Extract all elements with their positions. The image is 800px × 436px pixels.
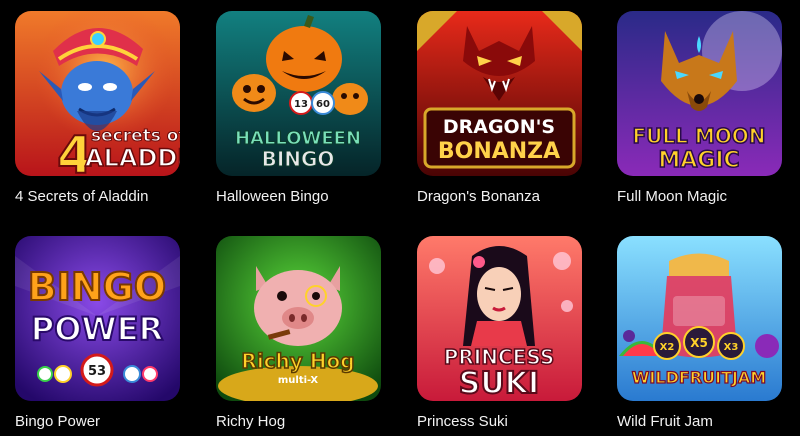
- art-line2: POWER: [31, 310, 163, 348]
- art-line1: WILDFRUITJAM: [632, 368, 766, 387]
- game-grid: 4 secrets of ALADDIN 4 Secrets of Aladdi…: [0, 0, 800, 436]
- game-thumbnail[interactable]: BINGO POWER 53: [15, 236, 180, 401]
- game-thumbnail[interactable]: FULL MOON MAGIC: [617, 11, 782, 176]
- game-title[interactable]: 4 Secrets of Aladdin: [15, 188, 180, 206]
- game-thumbnail[interactable]: PRINCESS SUKI: [417, 236, 582, 401]
- bingo-ball-1: 13: [294, 99, 308, 110]
- bingo-ball-main: 53: [88, 364, 106, 379]
- multiplier-2: X5: [690, 336, 708, 350]
- multiplier-1: X2: [660, 342, 675, 353]
- art-line1: Richy Hog: [241, 349, 354, 373]
- bingo-ball-2: 60: [316, 99, 330, 110]
- game-thumbnail[interactable]: Richy Hog multi-X: [216, 236, 381, 401]
- game-thumbnail[interactable]: DRAGON'S BONANZA: [417, 11, 582, 176]
- art-line2: ALADDIN: [85, 144, 180, 172]
- game-card-richy-hog[interactable]: Richy Hog multi-X Richy Hog: [216, 236, 381, 431]
- game-thumbnail[interactable]: 4 secrets of ALADDIN: [15, 11, 180, 176]
- game-card-princess-suki[interactable]: PRINCESS SUKI Princess Suki: [417, 236, 582, 431]
- art-line2: MAGIC: [658, 148, 739, 173]
- art-line1: FULL MOON: [633, 124, 766, 148]
- game-title[interactable]: Richy Hog: [216, 413, 381, 431]
- game-title[interactable]: Bingo Power: [15, 413, 180, 431]
- art-line1: BINGO: [28, 265, 166, 309]
- game-title[interactable]: Princess Suki: [417, 413, 582, 431]
- game-title[interactable]: Wild Fruit Jam: [617, 413, 782, 431]
- game-title[interactable]: Dragon's Bonanza: [417, 188, 582, 206]
- art-line2: SUKI: [459, 366, 539, 401]
- bingo-ball-icon: BINGO POWER 53: [15, 236, 180, 401]
- genie-icon: 4 secrets of ALADDIN: [15, 11, 180, 176]
- pig-icon: Richy Hog multi-X: [216, 236, 381, 401]
- game-card-full-moon-magic[interactable]: FULL MOON MAGIC Full Moon Magic: [617, 11, 782, 206]
- game-title[interactable]: Full Moon Magic: [617, 188, 782, 206]
- wolf-icon: FULL MOON MAGIC: [617, 11, 782, 176]
- multiplier-3: X3: [724, 342, 739, 353]
- game-card-dragons-bonanza[interactable]: DRAGON'S BONANZA Dragon's Bonanza: [417, 11, 582, 206]
- art-line1: secrets of: [91, 126, 180, 146]
- jam-jar-icon: X2 X5 X3 WILDFRUITJAM: [617, 236, 782, 401]
- art-line1: HALLOWEEN: [235, 128, 361, 149]
- pumpkin-icon: 13 60 HALLOWEEN BINGO: [216, 11, 381, 176]
- art-line2: BINGO: [262, 147, 335, 171]
- game-card-bingo-power[interactable]: BINGO POWER 53 Bingo Power: [15, 236, 180, 431]
- dragon-icon: DRAGON'S BONANZA: [417, 11, 582, 176]
- game-card-wild-fruit-jam[interactable]: X2 X5 X3 WILDFRUITJAM Wild Fruit Jam: [617, 236, 782, 431]
- game-thumbnail[interactable]: 13 60 HALLOWEEN BINGO: [216, 11, 381, 176]
- game-card-4-secrets-of-aladdin[interactable]: 4 secrets of ALADDIN 4 Secrets of Aladdi…: [15, 11, 180, 206]
- art-line1: DRAGON'S: [443, 116, 555, 138]
- art-line2: multi-X: [278, 375, 319, 386]
- princess-icon: PRINCESS SUKI: [417, 236, 582, 401]
- game-thumbnail[interactable]: X2 X5 X3 WILDFRUITJAM: [617, 236, 782, 401]
- art-line2: BONANZA: [438, 139, 560, 164]
- game-card-halloween-bingo[interactable]: 13 60 HALLOWEEN BINGO Halloween Bingo: [216, 11, 381, 206]
- game-title[interactable]: Halloween Bingo: [216, 188, 381, 206]
